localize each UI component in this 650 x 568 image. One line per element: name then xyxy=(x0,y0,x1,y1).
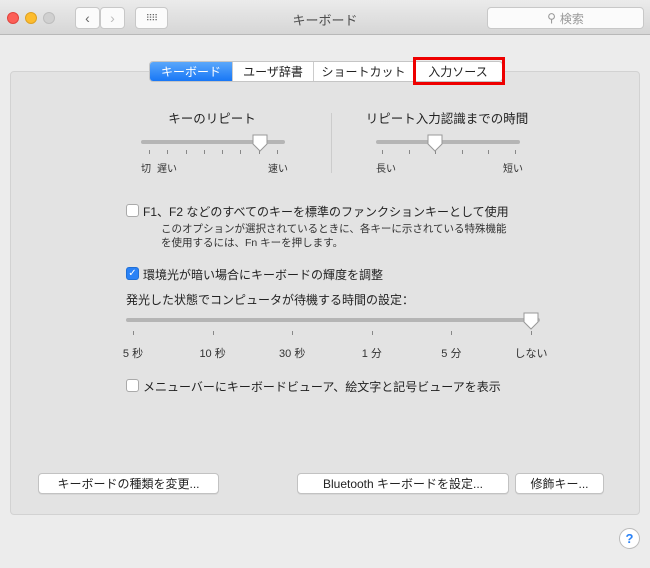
key-repeat-slow-label: 遅い xyxy=(157,164,177,175)
repeat-delay-tick xyxy=(488,150,490,154)
idle-tick xyxy=(133,331,134,335)
idle-tick-label: 5 分 xyxy=(441,348,462,360)
search-placeholder: 検索 xyxy=(559,11,584,26)
setup-bluetooth-keyboard-button[interactable]: Bluetooth キーボードを設定... xyxy=(297,473,509,494)
key-repeat-thumb[interactable] xyxy=(252,134,268,152)
repeat-delay-short-label: 短い xyxy=(503,164,523,175)
key-repeat-tick xyxy=(277,150,278,154)
fn-keys-label: F1、F2 などのすべてのキーを標準のファンクションキーとして使用 xyxy=(143,205,509,219)
key-repeat-tick xyxy=(203,150,205,154)
repeat-delay-tick xyxy=(461,150,463,154)
idle-tick xyxy=(371,331,373,335)
checkmark-icon: ✓ xyxy=(128,268,137,279)
idle-tick-label: 10 秒 xyxy=(199,348,226,360)
key-repeat-tick xyxy=(149,150,150,154)
search-field[interactable]: ⚲ 検索 xyxy=(487,7,644,29)
key-repeat-off-label: 切 xyxy=(141,164,151,175)
change-keyboard-type-button[interactable]: キーボードの種類を変更... xyxy=(38,473,219,494)
repeat-delay-slider[interactable] xyxy=(376,140,520,144)
idle-tick xyxy=(292,331,294,335)
key-repeat-fast-label: 速い xyxy=(268,164,288,175)
tab-keyboard[interactable]: キーボード xyxy=(150,62,233,81)
key-repeat-tick xyxy=(185,150,187,154)
key-repeat-title: キーのリピート xyxy=(168,112,256,126)
repeat-delay-long-label: 長い xyxy=(376,164,396,175)
idle-slider[interactable] xyxy=(126,318,540,322)
key-repeat-tick xyxy=(167,150,169,154)
modifier-keys-button[interactable]: 修飾キー... xyxy=(515,473,604,494)
repeat-delay-tick xyxy=(515,150,516,154)
repeat-delay-tick xyxy=(382,150,383,154)
divider xyxy=(331,113,332,173)
backlight-checkbox[interactable]: ✓ xyxy=(126,267,139,280)
viewer-label: メニューバーにキーボードビューア、絵文字と記号ビューアを表示 xyxy=(143,380,501,394)
key-repeat-tick xyxy=(222,150,224,154)
fn-keys-checkbox[interactable] xyxy=(126,204,139,217)
idle-label: 発光した状態でコンピュータが待機する時間の設定： xyxy=(126,293,415,307)
repeat-delay-title: リピート入力認識までの時間 xyxy=(365,112,529,126)
idle-tick xyxy=(531,331,532,335)
fn-keys-desc-1: このオプションが選択されているときに、各キーに示されている特殊機能 xyxy=(161,223,507,235)
highlight-box xyxy=(413,57,505,85)
idle-thumb[interactable] xyxy=(523,312,539,330)
search-icon: ⚲ xyxy=(547,11,556,25)
fn-keys-desc-2: を使用するには、Fn キーを押します。 xyxy=(161,237,344,249)
tab-user-dictionary[interactable]: ユーザ辞書 xyxy=(233,62,314,81)
help-button[interactable]: ? xyxy=(619,528,640,549)
idle-tick-label: 1 分 xyxy=(361,348,382,360)
backlight-label: 環境光が暗い場合にキーボードの輝度を調整 xyxy=(143,268,384,282)
repeat-delay-thumb[interactable] xyxy=(427,134,443,152)
repeat-delay-tick xyxy=(408,150,410,154)
idle-tick-label: しない xyxy=(514,348,548,360)
viewer-checkbox[interactable] xyxy=(126,379,139,392)
idle-tick xyxy=(451,331,453,335)
idle-tick-label: 30 秒 xyxy=(279,348,306,360)
idle-tick xyxy=(212,331,214,335)
tab-shortcuts[interactable]: ショートカット xyxy=(314,62,414,81)
idle-tick-label: 5 秒 xyxy=(122,348,144,360)
key-repeat-tick xyxy=(240,150,242,154)
